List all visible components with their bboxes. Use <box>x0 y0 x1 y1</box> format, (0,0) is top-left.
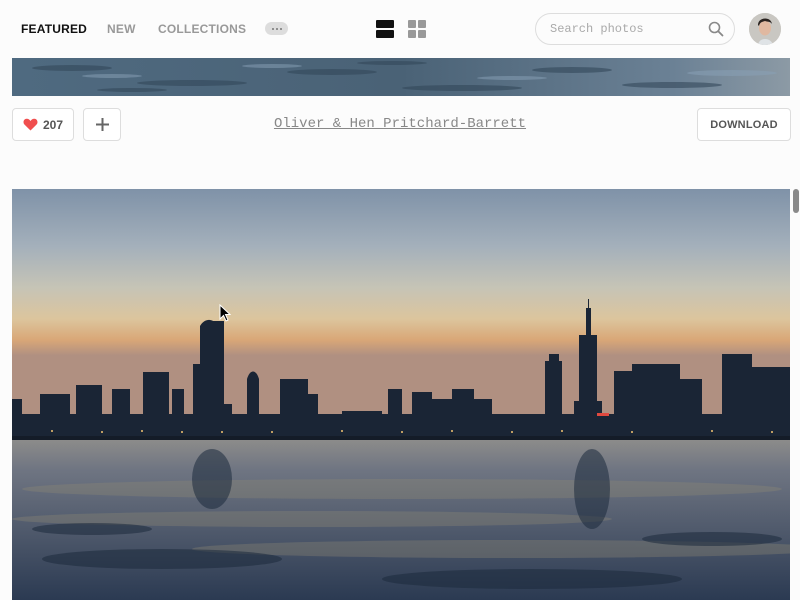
top-nav: FEATURED NEW COLLECTIONS <box>0 0 800 58</box>
nav-collections[interactable]: COLLECTIONS <box>158 22 246 36</box>
author-link[interactable]: Oliver & Hen Pritchard-Barrett <box>274 116 526 132</box>
grid-cell <box>418 30 426 38</box>
photo-actions: 207 Oliver & Hen Pritchard-Barrett DOWNL… <box>0 108 800 142</box>
grid-cell <box>408 20 416 28</box>
search-box <box>535 13 735 45</box>
download-button[interactable]: DOWNLOAD <box>697 108 791 141</box>
ellipsis-icon <box>271 27 274 30</box>
search-input[interactable] <box>548 21 702 37</box>
user-avatar[interactable] <box>749 13 781 45</box>
search-icon[interactable] <box>708 21 724 37</box>
grid-cell <box>418 20 426 28</box>
more-menu-button[interactable] <box>265 22 288 35</box>
list-bar <box>376 20 394 28</box>
avatar-image <box>749 13 781 45</box>
ellipsis-dot <box>275 27 278 30</box>
grid-view-icon[interactable] <box>408 20 426 38</box>
water-image <box>12 58 790 96</box>
skyline-photo[interactable] <box>12 189 790 600</box>
previous-photo[interactable] <box>12 58 790 96</box>
mouse-cursor-icon <box>219 304 231 322</box>
nav-featured[interactable]: FEATURED <box>21 22 87 36</box>
nav-new[interactable]: NEW <box>107 22 136 36</box>
ellipsis-dot <box>279 27 282 30</box>
list-bar <box>376 30 394 38</box>
skyline-image <box>12 189 790 600</box>
scrollbar-thumb[interactable] <box>793 189 799 213</box>
grid-cell <box>408 30 416 38</box>
list-view-icon[interactable] <box>376 20 394 38</box>
author-row: Oliver & Hen Pritchard-Barrett <box>0 116 800 132</box>
